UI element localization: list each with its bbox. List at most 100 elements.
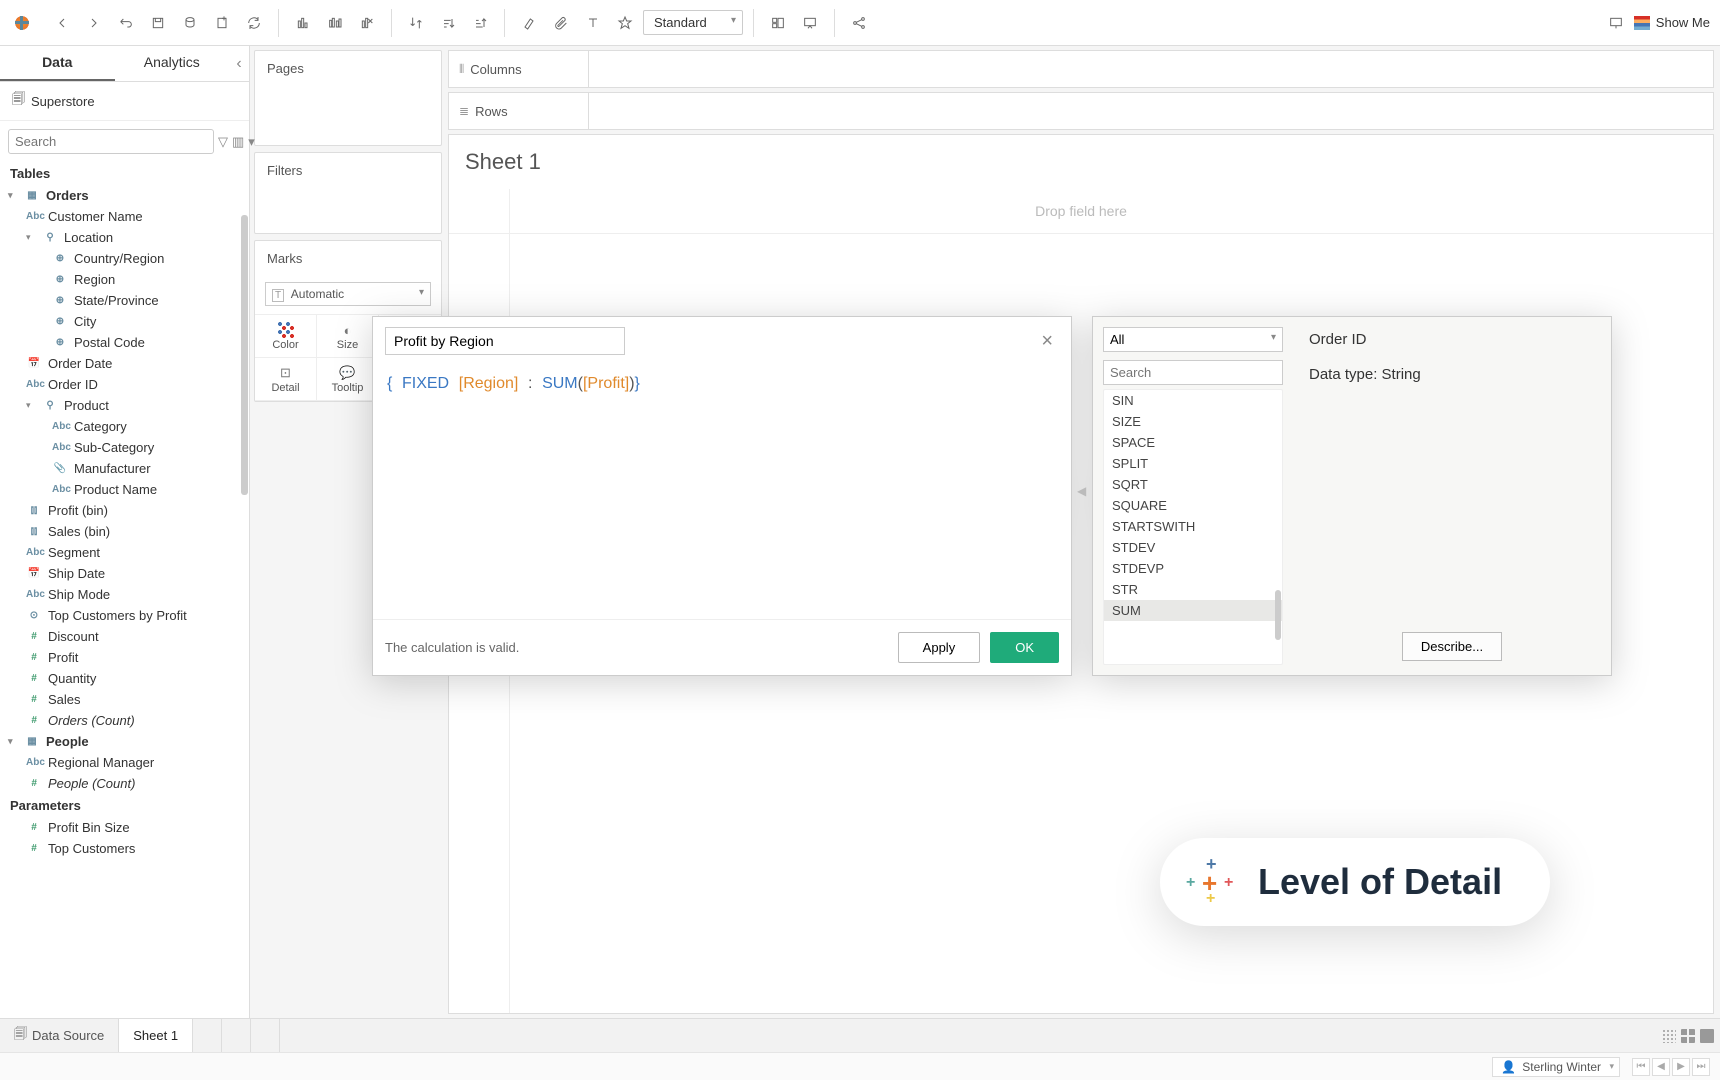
fn-item[interactable]: STARTSWITH (1104, 516, 1282, 537)
table-people[interactable]: ▾▦People (0, 731, 249, 752)
field-profit-bin[interactable]: ⫾⫾Profit (bin) (0, 500, 249, 521)
scrollbar-thumb[interactable] (241, 215, 248, 495)
fn-item[interactable]: STDEVP (1104, 558, 1282, 579)
field-manufacturer[interactable]: 📎Manufacturer (0, 458, 249, 479)
calc-formula-editor[interactable]: { FIXED [Region] : SUM([Profit])} (373, 361, 1071, 619)
apply-button[interactable]: Apply (898, 632, 981, 663)
folder-product[interactable]: ▾⚲Product (0, 395, 249, 416)
field-profit[interactable]: #Profit (0, 647, 249, 668)
tab-data-source[interactable]: 🗐Data Source (0, 1019, 119, 1052)
fit-mode-select[interactable]: Standard (643, 10, 743, 35)
field-orders-count[interactable]: #Orders (Count) (0, 710, 249, 731)
filters-card[interactable]: Filters (254, 152, 442, 234)
field-state-province[interactable]: ⊕State/Province (0, 290, 249, 311)
field-order-id[interactable]: AbcOrder ID (0, 374, 249, 395)
showme-button[interactable]: Show Me (1634, 15, 1710, 30)
next-sheet-button[interactable]: ▶ (1672, 1058, 1690, 1076)
fn-item[interactable]: STR (1104, 579, 1282, 600)
field-sub-category[interactable]: AbcSub-Category (0, 437, 249, 458)
fn-item-selected[interactable]: SUM (1104, 600, 1282, 621)
fn-item[interactable]: SQUARE (1104, 495, 1282, 516)
new-story-tab[interactable] (251, 1019, 280, 1052)
collapse-panel-button[interactable]: ‹ (229, 46, 249, 81)
mark-color[interactable]: Color (255, 315, 317, 358)
field-top-customers[interactable]: ⊙Top Customers by Profit (0, 605, 249, 626)
field-ship-date[interactable]: 📅Ship Date (0, 563, 249, 584)
sheet-sorter-icon[interactable] (1681, 1029, 1695, 1043)
fn-item[interactable]: SPLIT (1104, 453, 1282, 474)
folder-location[interactable]: ▾⚲Location (0, 227, 249, 248)
fn-item[interactable]: SIN (1104, 390, 1282, 411)
duplicate-sheet-icon[interactable] (321, 9, 349, 37)
back-button[interactable] (48, 9, 76, 37)
view-toggle-button[interactable]: ▥ (232, 131, 244, 153)
prev-sheet-button[interactable]: ◀ (1652, 1058, 1670, 1076)
refresh-button[interactable] (240, 9, 268, 37)
columns-shelf[interactable]: ⦀Columns (448, 50, 1714, 88)
filmstrip-icon[interactable] (1662, 1029, 1676, 1043)
pages-card[interactable]: Pages (254, 50, 442, 146)
fields-menu-button[interactable]: ▾ (248, 131, 255, 153)
fn-item[interactable]: SPACE (1104, 432, 1282, 453)
text-button[interactable] (579, 9, 607, 37)
tab-sheet-1[interactable]: Sheet 1 (119, 1019, 193, 1052)
param-top-customers[interactable]: #Top Customers (0, 838, 249, 859)
sort-asc-button[interactable] (434, 9, 462, 37)
field-people-count[interactable]: #People (Count) (0, 773, 249, 794)
field-customer-name[interactable]: AbcCustomer Name (0, 206, 249, 227)
sheet-title[interactable]: Sheet 1 (449, 135, 1713, 183)
new-datasource-button[interactable] (176, 9, 204, 37)
user-menu[interactable]: 👤 Sterling Winter (1492, 1057, 1620, 1077)
fn-item[interactable]: STDEV (1104, 537, 1282, 558)
field-regional-manager[interactable]: AbcRegional Manager (0, 752, 249, 773)
field-sales[interactable]: #Sales (0, 689, 249, 710)
param-profit-bin-size[interactable]: #Profit Bin Size (0, 817, 249, 838)
collapse-help-icon[interactable]: ◀ (1077, 484, 1086, 498)
filter-fields-button[interactable]: ▽ (218, 131, 228, 153)
undo-button[interactable] (112, 9, 140, 37)
field-postal-code[interactable]: ⊕Postal Code (0, 332, 249, 353)
rows-shelf[interactable]: ≣Rows (448, 92, 1714, 130)
highlight-button[interactable] (515, 9, 543, 37)
forward-button[interactable] (80, 9, 108, 37)
field-quantity[interactable]: #Quantity (0, 668, 249, 689)
tab-analytics[interactable]: Analytics (115, 46, 230, 81)
last-sheet-button[interactable]: ⏭ (1692, 1058, 1710, 1076)
share-button[interactable] (845, 9, 873, 37)
show-cards-button[interactable] (764, 9, 792, 37)
new-dashboard-tab[interactable] (222, 1019, 251, 1052)
mark-detail[interactable]: ⊡Detail (255, 358, 317, 401)
mark-size[interactable]: ◐Size (317, 315, 379, 358)
field-search-input[interactable] (8, 129, 214, 154)
close-button[interactable]: × (1035, 328, 1059, 355)
describe-button[interactable]: Describe... (1402, 632, 1502, 661)
table-orders[interactable]: ▾▦Orders (0, 185, 249, 206)
attach-button[interactable] (547, 9, 575, 37)
clear-sheet-icon[interactable] (353, 9, 381, 37)
tab-data[interactable]: Data (0, 46, 115, 81)
guide-icon[interactable] (1602, 9, 1630, 37)
star-button[interactable] (611, 9, 639, 37)
showtabs-icon[interactable] (1700, 1029, 1714, 1043)
field-category[interactable]: AbcCategory (0, 416, 249, 437)
field-country-region[interactable]: ⊕Country/Region (0, 248, 249, 269)
fn-item[interactable]: SQRT (1104, 474, 1282, 495)
presentation-button[interactable] (796, 9, 824, 37)
field-segment[interactable]: AbcSegment (0, 542, 249, 563)
mark-type-select[interactable]: T Automatic (265, 282, 431, 306)
scrollbar-thumb[interactable] (1275, 590, 1281, 640)
mark-tooltip[interactable]: 💬Tooltip (317, 358, 379, 401)
data-source-row[interactable]: 🗐 Superstore (0, 82, 249, 121)
calc-name-input[interactable] (385, 327, 625, 355)
field-order-date[interactable]: 📅Order Date (0, 353, 249, 374)
new-sheet-icon[interactable] (289, 9, 317, 37)
field-ship-mode[interactable]: AbcShip Mode (0, 584, 249, 605)
first-sheet-button[interactable]: ⏮ (1632, 1058, 1650, 1076)
sort-desc-button[interactable] (466, 9, 494, 37)
function-category-select[interactable]: All (1103, 327, 1283, 352)
save-button[interactable] (144, 9, 172, 37)
new-worksheet-tab[interactable] (193, 1019, 222, 1052)
field-sales-bin[interactable]: ⫾⫾Sales (bin) (0, 521, 249, 542)
field-city[interactable]: ⊕City (0, 311, 249, 332)
fn-item[interactable]: SIZE (1104, 411, 1282, 432)
